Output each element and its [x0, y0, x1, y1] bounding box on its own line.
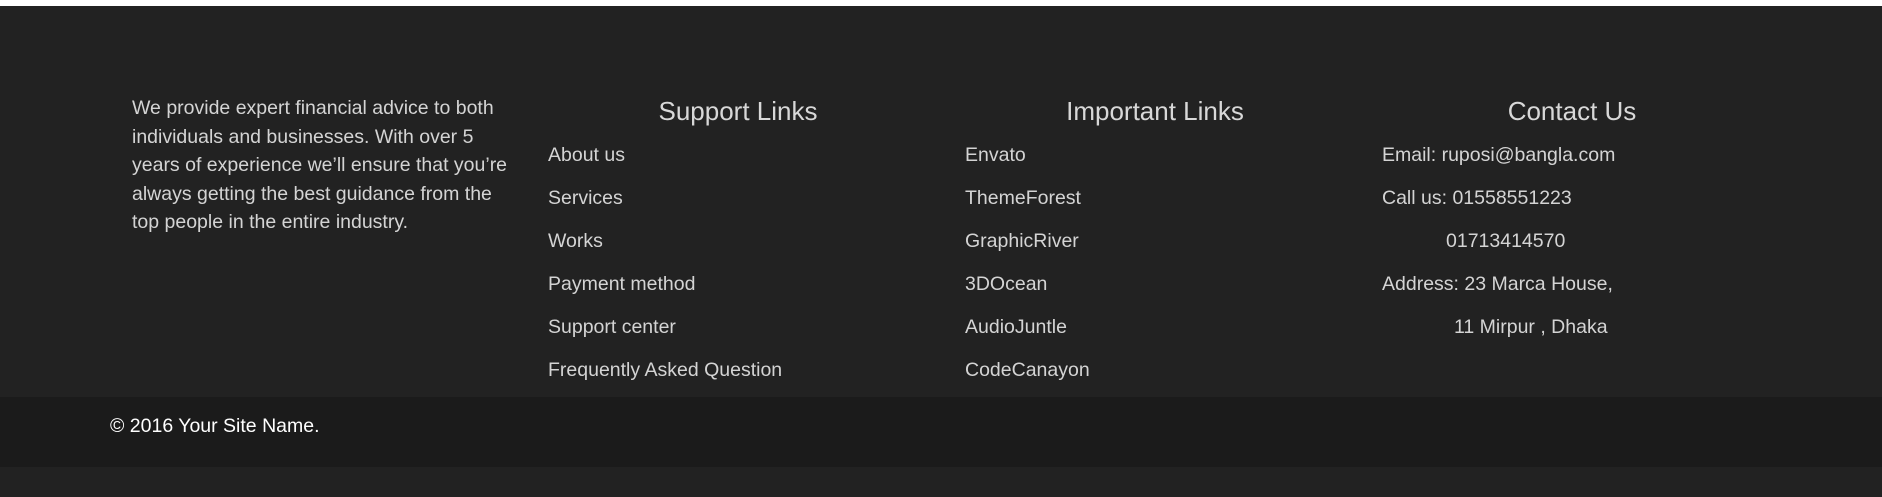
list-item: AudioJuntle	[965, 306, 1345, 349]
list-item: Services	[548, 177, 928, 220]
link-3docean[interactable]: 3DOcean	[965, 273, 1047, 295]
copyright-text: © 2016 Your Site Name.	[110, 415, 320, 437]
link-support-center[interactable]: Support center	[548, 316, 676, 338]
support-links-column: Support Links About us Services Works Pa…	[548, 94, 928, 392]
contact-column: Contact Us Email: ruposi@bangla.com Call…	[1382, 94, 1762, 349]
important-links-column: Important Links Envato ThemeForest Graph…	[965, 94, 1345, 392]
link-faq[interactable]: Frequently Asked Question	[548, 359, 782, 381]
contact-address-line2: 11 Mirpur , Dhaka	[1454, 316, 1608, 338]
link-codecanayon[interactable]: CodeCanayon	[965, 359, 1090, 381]
link-themeforest[interactable]: ThemeForest	[965, 187, 1081, 209]
link-graphicriver[interactable]: GraphicRiver	[965, 230, 1079, 252]
list-item: ThemeForest	[965, 177, 1345, 220]
page: We provide expert financial advice to bo…	[0, 0, 1882, 497]
link-envato[interactable]: Envato	[965, 144, 1026, 166]
contact-heading: Contact Us	[1507, 96, 1637, 126]
contact-email: Email: ruposi@bangla.com	[1382, 144, 1616, 166]
footer-tail	[0, 467, 1882, 497]
link-about-us[interactable]: About us	[548, 144, 625, 166]
list-item: Works	[548, 220, 928, 263]
important-links-list: Envato ThemeForest GraphicRiver 3DOcean …	[965, 134, 1345, 392]
list-item: Frequently Asked Question	[548, 349, 928, 392]
list-item: 3DOcean	[965, 263, 1345, 306]
contact-list: Email: ruposi@bangla.com Call us: 015585…	[1382, 134, 1762, 349]
important-links-heading: Important Links	[1066, 96, 1244, 126]
about-text: We provide expert financial advice to bo…	[132, 97, 508, 233]
list-item: CodeCanayon	[965, 349, 1345, 392]
contact-address-line1: Address: 23 Marca House,	[1382, 273, 1613, 295]
link-payment-method[interactable]: Payment method	[548, 273, 695, 295]
contact-phone-secondary: 01713414570	[1446, 230, 1566, 252]
contact-phone-primary: Call us: 01558551223	[1382, 187, 1572, 209]
link-works[interactable]: Works	[548, 230, 603, 252]
list-item: Envato	[965, 134, 1345, 177]
list-item: About us	[548, 134, 928, 177]
support-links-list: About us Services Works Payment method S…	[548, 134, 928, 392]
link-services[interactable]: Services	[548, 187, 623, 209]
support-links-heading: Support Links	[658, 96, 818, 126]
list-item: Payment method	[548, 263, 928, 306]
list-item: GraphicRiver	[965, 220, 1345, 263]
link-audiojuntle[interactable]: AudioJuntle	[965, 316, 1067, 338]
list-item: Support center	[548, 306, 928, 349]
